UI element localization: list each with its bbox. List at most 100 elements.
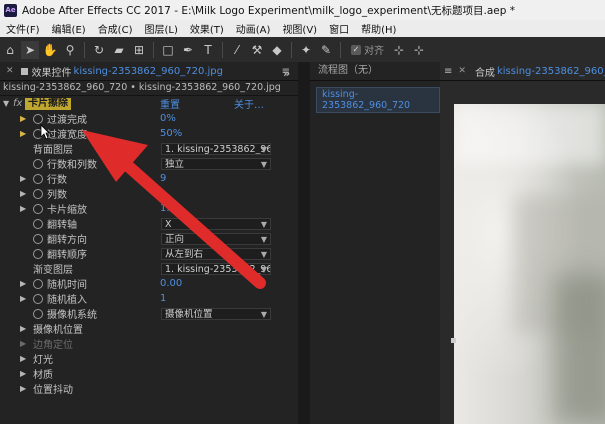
effect-controls-tab-label[interactable]: 效果控件 [32,64,72,79]
property-dropdown[interactable]: 从左到右 ▼ [161,247,271,260]
expand-triangle-icon[interactable]: ▶ [20,114,26,123]
panel-overflow-chevron-icon[interactable]: » [283,67,290,80]
layer-handle[interactable] [451,338,456,343]
flowchart-tab[interactable]: 流程图（无） [310,62,440,81]
stopwatch-icon[interactable] [33,173,43,184]
composition-tab-layer[interactable]: kissing-2353862_960_720 [497,66,605,77]
expand-triangle-icon[interactable]: ▶ [20,354,26,363]
menu-file[interactable]: 文件(F) [0,21,46,36]
property-dropdown[interactable]: 1. kissing-2353862_960 ▼ [161,262,271,275]
property-value[interactable]: 1.00 [160,203,182,214]
panel-divider[interactable] [298,62,310,424]
pan-behind-tool-icon[interactable]: ⊞ [130,41,148,59]
composition-tab-label[interactable]: 合成 [475,64,495,79]
camera-tool-icon[interactable]: ▰ [110,41,128,59]
type-tool-icon[interactable]: T [199,41,217,59]
property-value[interactable]: 0.00 [160,278,182,289]
snap-option2-icon[interactable]: ⊹ [410,41,428,59]
effect-controls-tab-layer[interactable]: kissing-2353862_960_720.jpg [74,66,223,77]
property-row[interactable]: 摄像机系统 摄像机位置 ▼ [0,306,298,321]
property-dropdown[interactable]: 正向 ▼ [161,232,271,245]
property-group-row[interactable]: ▶ 位置抖动 [0,381,298,396]
reset-link[interactable]: 重置 [160,96,180,111]
menu-effect[interactable]: 效果(T) [184,21,230,36]
stopwatch-icon[interactable] [33,278,43,289]
composition-panel: ≡ ✕ 合成 kissing-2353862_960_720 [440,62,605,424]
menu-edit[interactable]: 编辑(E) [46,21,92,36]
property-dropdown[interactable]: 1. kissing-2353862_960 ▼ [161,142,271,155]
property-dropdown[interactable]: X ▼ [161,217,271,230]
property-group-row[interactable]: ▶ 边角定位 [0,336,298,351]
property-row[interactable]: ▶ 列数 [0,186,298,201]
expand-triangle-icon[interactable]: ▼ [3,99,9,108]
menu-view[interactable]: 视图(V) [276,21,323,36]
expand-triangle-icon[interactable]: ▶ [20,189,26,198]
property-row[interactable]: 翻转轴 X ▼ [0,216,298,231]
stopwatch-icon[interactable] [33,188,43,199]
property-value[interactable]: 9 [160,173,166,184]
stopwatch-icon[interactable] [33,158,43,169]
snap-option-icon[interactable]: ⊹ [390,41,408,59]
property-row[interactable]: 渐变图层 1. kissing-2353862_960 ▼ [0,261,298,276]
property-dropdown[interactable]: 摄像机位置 ▼ [161,307,271,320]
about-link[interactable]: 关于… [234,96,264,111]
expand-triangle-icon[interactable]: ▶ [20,339,26,348]
stopwatch-icon[interactable] [33,203,43,214]
zoom-tool-icon[interactable]: ⚲ [61,41,79,59]
snap-checkbox[interactable]: ✓ [351,44,361,55]
stopwatch-icon[interactable] [33,113,43,124]
expand-triangle-icon[interactable]: ▶ [20,204,26,213]
close-icon[interactable]: ✕ [458,66,466,76]
menu-composition[interactable]: 合成(C) [92,21,139,36]
rotate-tool-icon[interactable]: ↻ [90,41,108,59]
close-icon[interactable]: ✕ [6,66,14,76]
menu-animation[interactable]: 动画(A) [230,21,277,36]
stopwatch-icon[interactable] [33,233,43,244]
property-dropdown[interactable]: 独立 ▼ [161,157,271,170]
expand-triangle-icon[interactable]: ▶ [20,174,26,183]
property-row[interactable]: ▶ 随机植入 1 [0,291,298,306]
expand-triangle-icon[interactable]: ▶ [20,129,26,138]
stopwatch-icon[interactable] [33,248,43,259]
brush-tool-icon[interactable]: ⁄ [228,41,246,59]
home-icon[interactable]: ⌂ [1,41,19,59]
expand-triangle-icon[interactable]: ▶ [20,294,26,303]
flowchart-comp-chip[interactable]: kissing-2353862_960_720 [316,87,440,113]
property-row[interactable]: 背面图层 1. kissing-2353862_960 ▼ [0,141,298,156]
menu-layer[interactable]: 图层(L) [138,21,183,36]
puppet-tool-icon[interactable]: ✎ [317,41,335,59]
hand-tool-icon[interactable]: ✋ [41,41,59,59]
stopwatch-icon[interactable] [33,218,43,229]
roto-brush-tool-icon[interactable]: ✦ [297,41,315,59]
property-row[interactable]: ▶ 随机时间 0.00 [0,276,298,291]
property-group-row[interactable]: ▶ 摄像机位置 [0,321,298,336]
property-row[interactable]: 翻转顺序 从左到右 ▼ [0,246,298,261]
panel-menu-icon[interactable]: ≡ [444,66,452,77]
expand-triangle-icon[interactable]: ▶ [20,324,26,333]
property-row[interactable]: ▶ 行数 9 [0,171,298,186]
pen-tool-icon[interactable]: ✒ [179,41,197,59]
stopwatch-icon[interactable] [33,293,43,304]
clone-stamp-tool-icon[interactable]: ⚒ [248,41,266,59]
rectangle-tool-icon[interactable]: □ [159,41,177,59]
property-row[interactable]: 行数和列数 独立 ▼ [0,156,298,171]
property-group-row[interactable]: ▶ 灯光 [0,351,298,366]
expand-triangle-icon[interactable]: ▶ [20,369,26,378]
property-value[interactable]: 1 [160,293,166,304]
property-row[interactable]: 翻转方向 正向 ▼ [0,231,298,246]
effect-header-row[interactable]: ▼ fx 卡片擦除 重置 关于… [0,96,298,111]
property-value[interactable]: 50% [160,128,182,139]
composition-viewer[interactable] [454,104,605,424]
menu-window[interactable]: 窗口 [323,21,355,36]
property-row[interactable]: ▶ 卡片缩放 1.00 [0,201,298,216]
property-value[interactable]: 0% [160,113,176,124]
expand-triangle-icon[interactable]: ▶ [20,384,26,393]
selection-tool-icon[interactable]: ➤ [21,40,39,59]
menu-help[interactable]: 帮助(H) [355,21,402,36]
expand-triangle-icon[interactable]: ▶ [20,279,26,288]
eraser-tool-icon[interactable]: ◆ [268,41,286,59]
property-group-row[interactable]: ▶ 材质 [0,366,298,381]
stopwatch-icon[interactable] [33,308,43,319]
fx-icon[interactable]: fx [13,98,22,109]
lock-icon[interactable] [20,67,28,75]
